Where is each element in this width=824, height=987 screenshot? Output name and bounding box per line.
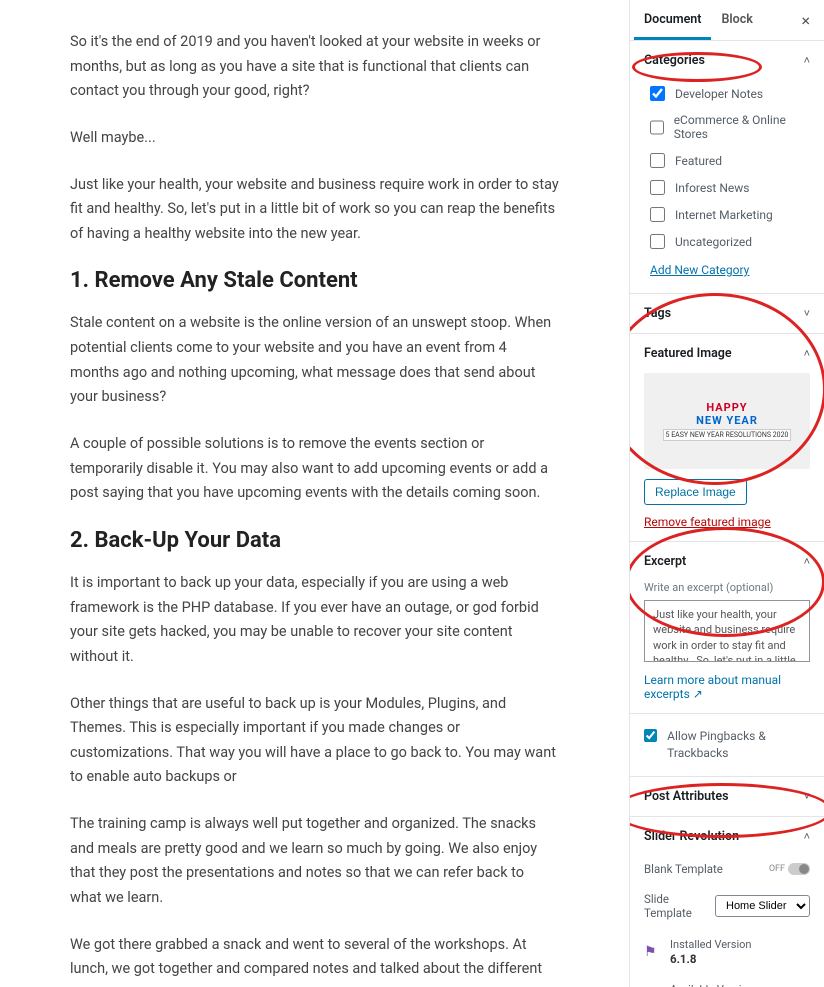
chevron-up-icon: ˄ xyxy=(804,54,810,67)
chevron-down-icon: ˅ xyxy=(804,790,810,803)
panel-slider-revolution: Slider Revolution ˄ Blank Template OFF S… xyxy=(630,817,824,987)
featured-image-preview[interactable]: HAPPY NEW YEAR 5 EASY NEW YEAR RESOLUTIO… xyxy=(644,373,810,469)
panel-head-featured[interactable]: Featured Image ˄ xyxy=(630,334,824,373)
panel-head-tags[interactable]: Tags ˅ xyxy=(630,294,824,333)
panel-head-slider[interactable]: Slider Revolution ˄ xyxy=(630,817,824,856)
tab-block[interactable]: Block xyxy=(711,0,762,40)
panel-head-post-attributes[interactable]: Post Attributes ˅ xyxy=(630,777,824,816)
category-row[interactable]: Uncategorized xyxy=(644,228,810,255)
flag-icon: ⚑ xyxy=(644,944,660,960)
chevron-up-icon: ˄ xyxy=(804,555,810,568)
panel-featured-image: Featured Image ˄ HAPPY NEW YEAR 5 EASY N… xyxy=(630,334,824,542)
chevron-up-icon: ˄ xyxy=(804,347,810,360)
tab-document[interactable]: Document xyxy=(634,0,711,40)
add-new-category-link[interactable]: Add New Category xyxy=(650,263,749,277)
paragraph[interactable]: Just like your health, your website and … xyxy=(70,173,559,247)
category-row[interactable]: Developer Notes xyxy=(644,80,810,107)
panel-head-categories[interactable]: Categories ˄ xyxy=(630,41,824,80)
category-row[interactable]: Featured xyxy=(644,147,810,174)
category-checkbox[interactable] xyxy=(650,120,664,135)
external-link-icon: ↗ xyxy=(693,687,703,701)
paragraph[interactable]: A couple of possible solutions is to rem… xyxy=(70,432,559,506)
editor-content[interactable]: So it's the end of 2019 and you haven't … xyxy=(0,0,629,987)
slide-template-label: Slide Template xyxy=(644,892,715,920)
panel-head-excerpt[interactable]: Excerpt ˄ xyxy=(630,542,824,581)
excerpt-textarea[interactable] xyxy=(644,600,810,662)
paragraph[interactable]: Other things that are useful to back up … xyxy=(70,692,559,791)
category-checkbox[interactable] xyxy=(650,234,665,249)
sidebar-tabs: Document Block × xyxy=(630,0,824,41)
category-checkbox[interactable] xyxy=(650,86,665,101)
paragraph[interactable]: The training camp is always well put tog… xyxy=(70,812,559,911)
settings-sidebar: Document Block × Categories ˄ Developer … xyxy=(629,0,824,987)
close-sidebar-button[interactable]: × xyxy=(791,5,820,36)
blank-template-toggle[interactable]: OFF xyxy=(769,863,810,875)
category-checkbox[interactable] xyxy=(650,153,665,168)
replace-image-button[interactable]: Replace Image xyxy=(644,479,747,505)
excerpt-label: Write an excerpt (optional) xyxy=(644,581,810,594)
panel-categories: Categories ˄ Developer Notes eCommerce &… xyxy=(630,41,824,294)
category-row[interactable]: Inforest News xyxy=(644,174,810,201)
slide-template-select[interactable]: Home Slider xyxy=(715,895,810,917)
pingbacks-checkbox[interactable] xyxy=(644,728,657,743)
panel-post-attributes: Post Attributes ˅ xyxy=(630,777,824,817)
remove-featured-image-link[interactable]: Remove featured image xyxy=(644,515,771,529)
paragraph[interactable]: Well maybe... xyxy=(70,126,559,151)
panel-excerpt: Excerpt ˄ Write an excerpt (optional) Le… xyxy=(630,542,824,714)
chevron-down-icon: ˅ xyxy=(804,307,810,320)
category-row[interactable]: eCommerce & Online Stores xyxy=(644,107,810,147)
paragraph[interactable]: It is important to back up your data, es… xyxy=(70,571,559,670)
paragraph[interactable]: Stale content on a website is the online… xyxy=(70,311,559,410)
paragraph[interactable]: So it's the end of 2019 and you haven't … xyxy=(70,30,559,104)
category-checkbox[interactable] xyxy=(650,207,665,222)
panel-discussion: Allow Pingbacks & Trackbacks xyxy=(630,714,824,777)
heading-1[interactable]: 1. Remove Any Stale Content xyxy=(70,268,559,293)
category-row[interactable]: Internet Marketing xyxy=(644,201,810,228)
paragraph[interactable]: We got there grabbed a snack and went to… xyxy=(70,933,559,987)
blank-template-label: Blank Template xyxy=(644,862,723,876)
learn-excerpts-link[interactable]: Learn more about manual excerpts ↗ xyxy=(644,673,781,701)
chevron-up-icon: ˄ xyxy=(804,830,810,843)
panel-tags: Tags ˅ xyxy=(630,294,824,334)
heading-2[interactable]: 2. Back-Up Your Data xyxy=(70,528,559,553)
category-checkbox[interactable] xyxy=(650,180,665,195)
